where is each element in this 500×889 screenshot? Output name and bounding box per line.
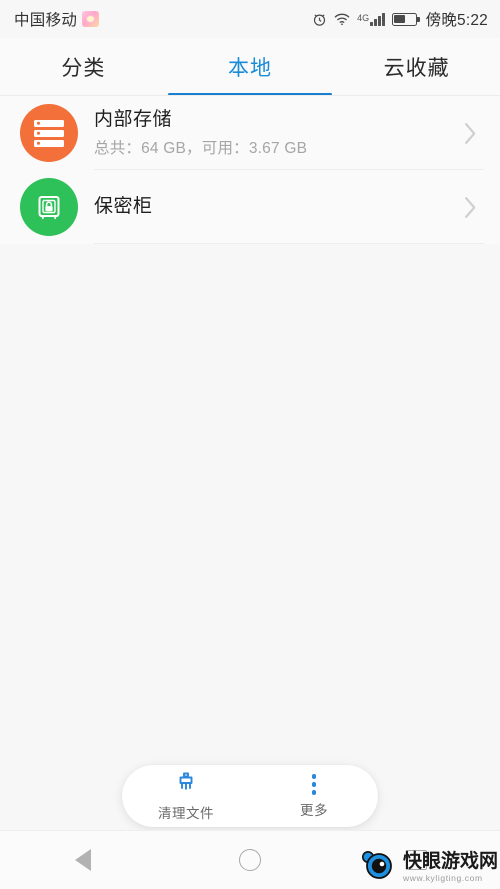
home-circle-icon — [239, 849, 261, 871]
nav-back-button[interactable] — [0, 831, 167, 889]
tab-bar: 分类 本地 云收藏 — [0, 38, 500, 96]
list-item-text: 保密柜 — [94, 195, 455, 219]
more-label: 更多 — [300, 802, 328, 818]
tab-cloud-favorites[interactable]: 云收藏 — [333, 38, 500, 96]
clean-files-label: 清理文件 — [158, 806, 214, 821]
broom-icon — [173, 770, 199, 799]
battery-icon — [391, 12, 420, 26]
dock-pill: 清理文件 更多 — [122, 765, 378, 827]
clock-time: 傍晚5:22 — [425, 12, 488, 29]
status-bar-right: 4G 傍晚5:22 — [312, 8, 488, 30]
list-item-internal-storage[interactable]: 内部存储 总共：64 GB，可用：3.67 GB — [0, 96, 500, 170]
nav-home-button[interactable] — [167, 831, 334, 889]
status-bar: 中国移动 4G 傍晚5:22 — [0, 0, 500, 38]
tab-local-label: 本地 — [228, 57, 272, 80]
back-triangle-icon — [75, 849, 92, 871]
list-divider — [94, 243, 484, 244]
status-bar-left: 中国移动 — [14, 8, 100, 30]
chevron-right-icon — [463, 121, 478, 146]
network-type-label: 4G — [357, 12, 370, 23]
more-button[interactable]: 更多 — [250, 765, 378, 827]
list-item-subtitle: 总共：64 GB，可用：3.67 GB — [94, 140, 308, 158]
chevron-right-icon — [463, 195, 478, 220]
storage-rack-icon — [20, 104, 78, 162]
bottom-dock: 清理文件 更多 — [0, 762, 500, 830]
recents-square-icon — [406, 850, 427, 870]
alarm-clock-icon — [312, 12, 327, 27]
safe-lock-icon — [20, 178, 78, 236]
list-item-title: 内部存储 — [94, 108, 173, 130]
list-item-safe[interactable]: 保密柜 — [0, 170, 500, 244]
clean-files-button[interactable]: 清理文件 — [122, 765, 250, 827]
storage-list: 内部存储 总共：64 GB，可用：3.67 GB 保密柜 — [0, 96, 500, 244]
tab-cloud-favorites-label: 云收藏 — [383, 57, 450, 80]
nav-recents-button[interactable] — [333, 831, 500, 889]
carrier-name: 中国移动 — [14, 12, 78, 29]
system-nav-bar — [0, 830, 500, 889]
tab-categories-label: 分类 — [61, 57, 106, 80]
wifi-icon — [334, 13, 350, 26]
more-vertical-dots-icon — [311, 774, 317, 796]
tab-local[interactable]: 本地 — [167, 38, 334, 96]
signal-bars-icon: 4G — [357, 12, 385, 26]
tab-categories[interactable]: 分类 — [0, 38, 167, 96]
phone-screen: 中国移动 4G 傍晚5:22 分类 本地 云收藏 内部存储 总共：64 GB，可… — [0, 0, 500, 889]
main-content: 内部存储 总共：64 GB，可用：3.67 GB 保密柜 清理文件 更多 快眼游… — [0, 96, 500, 889]
list-item-text: 内部存储 总共：64 GB，可用：3.67 GB — [94, 108, 455, 159]
app-badge-icon — [82, 11, 100, 27]
list-item-title: 保密柜 — [94, 196, 153, 218]
